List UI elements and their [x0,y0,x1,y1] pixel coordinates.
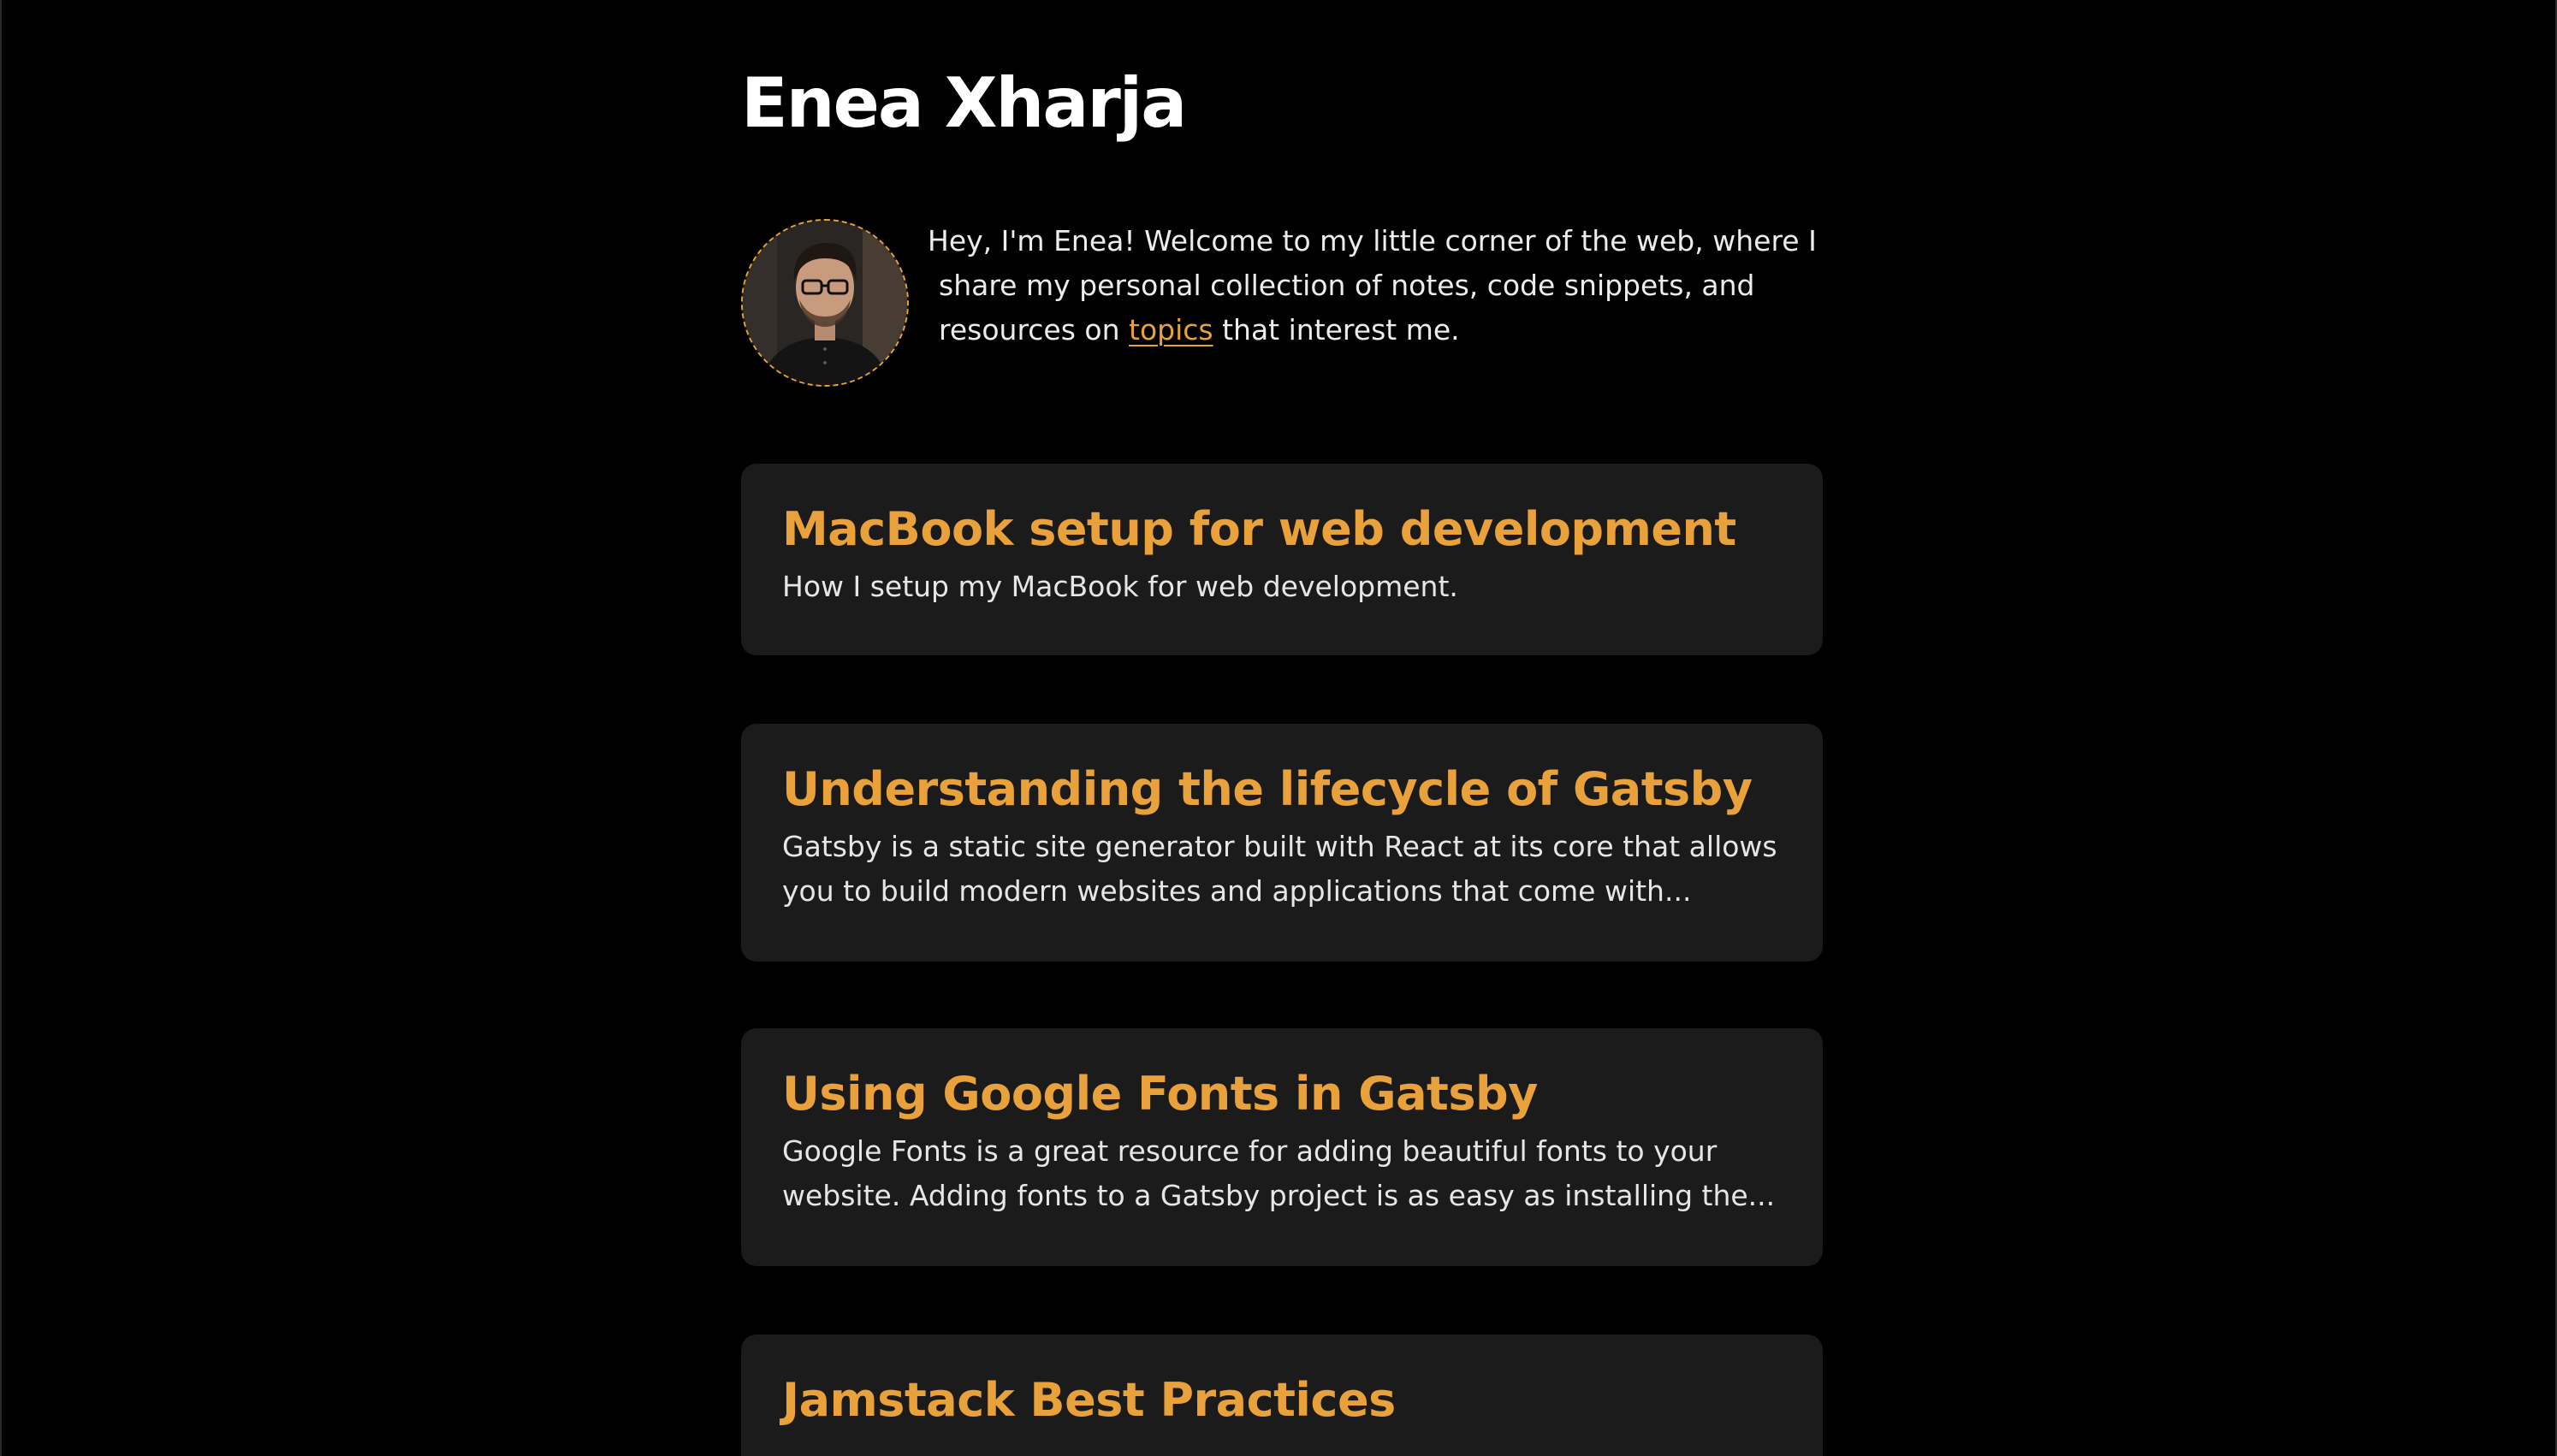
intro-text-segment: resources on [939,313,1130,346]
post-description-line: Google Fonts is a great resource for add… [782,1134,1718,1168]
intro-text: Hey, I'm Enea! Welcome to my little corn… [928,219,1817,352]
topics-link[interactable]: topics [1129,313,1213,346]
intro-line: resources on topics that interest me. [928,308,1792,352]
page: Enea Xharja Hey, I'm Enea! Welcome to my… [0,0,2557,1456]
post-description-line: Gatsby is a static site generator built … [782,830,1777,863]
avatar-photo-icon [743,221,907,385]
post-card[interactable]: Using Google Fonts in Gatsby Google Font… [741,1028,1823,1266]
post-title[interactable]: MacBook setup for web development [782,501,1782,558]
intro-line: share my personal collection of notes, c… [939,269,1755,302]
intro-section: Hey, I'm Enea! Welcome to my little corn… [741,219,1823,394]
intro-line: Hey, I'm Enea! Welcome to my little corn… [928,224,1817,257]
post-description: How I setup my MacBook for web developme… [782,565,1782,609]
post-description: Google Fonts is a great resource for add… [782,1129,1782,1218]
post-card[interactable]: Jamstack Best Practices [741,1335,1823,1456]
avatar [741,219,909,387]
post-title[interactable]: Jamstack Best Practices [782,1372,1782,1429]
post-description-line: website. Adding fonts to a Gatsby projec… [782,1179,1776,1212]
post-title[interactable]: Understanding the lifecycle of Gatsby [782,761,1782,818]
post-description: Gatsby is a static site generator built … [782,825,1782,914]
post-title[interactable]: Using Google Fonts in Gatsby [782,1066,1782,1122]
intro-text-segment: that interest me. [1213,313,1460,346]
post-card[interactable]: Understanding the lifecycle of Gatsby Ga… [741,724,1823,962]
post-card[interactable]: MacBook setup for web development How I … [741,464,1823,655]
post-description-line: How I setup my MacBook for web developme… [782,570,1458,603]
post-description-line: you to build modern websites and applica… [782,874,1692,908]
site-title[interactable]: Enea Xharja [741,56,1187,151]
